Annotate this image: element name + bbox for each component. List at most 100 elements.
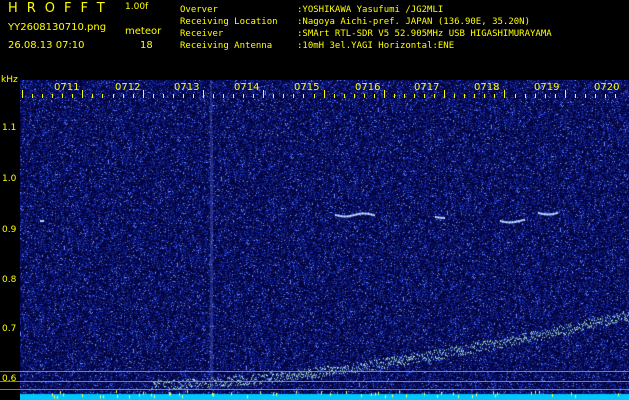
x-minor-tick	[373, 94, 375, 98]
file-name: YY2608130710.png	[8, 22, 107, 33]
meteor-label: meteor	[125, 26, 162, 37]
app-name: HROFFT	[8, 1, 114, 16]
x-minor-tick	[403, 94, 405, 98]
x-minor-tick	[554, 94, 556, 98]
x-tick-label: 0713	[174, 82, 200, 93]
x-minor-tick	[514, 94, 516, 98]
info-row-antenna: Receiving Antenna :10mH 3el.YAGI Horizont…	[180, 42, 454, 51]
x-minor-tick	[393, 94, 395, 98]
x-minor-tick	[534, 94, 536, 98]
x-minor-tick	[303, 94, 305, 98]
x-minor-tick	[52, 94, 54, 98]
x-minor-tick	[363, 94, 365, 98]
y-tick-label: 1.1	[2, 123, 17, 133]
x-minor-tick	[223, 94, 224, 98]
x-minor-tick	[454, 94, 456, 98]
x-minor-tick	[494, 94, 496, 98]
x-minor-tick	[564, 90, 566, 98]
y-tick-label: 0.8	[2, 275, 17, 285]
x-tick-label: 0712	[115, 82, 141, 93]
x-minor-tick	[464, 94, 466, 98]
x-minor-tick	[32, 94, 33, 98]
x-tick-label: 0715	[294, 82, 320, 93]
info-value: :10mH 3el.YAGI Horizontal:ENE	[297, 41, 455, 51]
x-minor-tick	[162, 94, 164, 98]
x-minor-tick	[474, 94, 476, 98]
y-tick-label: 0.9	[2, 225, 17, 235]
info-value: :Nagoya Aichi-pref. JAPAN (136.90E, 35.2…	[297, 17, 530, 27]
x-minor-tick	[192, 94, 194, 98]
x-minor-tick	[233, 94, 235, 98]
x-minor-tick	[414, 94, 415, 98]
y-tick-label: 0.6	[2, 374, 17, 384]
x-minor-tick	[293, 94, 295, 98]
x-minor-tick	[574, 94, 576, 98]
x-tick-label: 0718	[474, 82, 500, 93]
x-minor-tick	[102, 94, 104, 98]
x-minor-tick	[202, 90, 204, 98]
reference-line	[0, 381, 629, 382]
x-minor-tick	[353, 94, 355, 98]
info-value: :SMArt RTL-SDR V5 52.905MHz USB HIGASHIM…	[297, 29, 552, 39]
x-minor-tick	[283, 94, 285, 98]
y-axis-unit: kHz	[1, 75, 18, 85]
x-minor-tick	[92, 94, 94, 98]
x-tick-label: 0717	[414, 82, 440, 93]
info-row-location: Receiving Location :Nagoya Aichi-pref. JA…	[180, 18, 530, 27]
x-minor-tick	[615, 94, 616, 98]
x-minor-tick	[604, 94, 606, 98]
x-minor-tick	[142, 90, 144, 98]
x-minor-tick	[424, 94, 425, 98]
capture-datetime: 26.08.13 07:10	[8, 40, 85, 51]
x-minor-tick	[62, 94, 64, 98]
x-minor-tick	[172, 94, 174, 98]
y-tick-label: 1.0	[2, 174, 17, 184]
x-minor-tick	[112, 94, 114, 98]
x-minor-tick	[484, 94, 486, 98]
spectrogram-window: HROFFT 1.00f YY2608130710.png meteor 26.…	[0, 0, 629, 400]
x-minor-tick	[22, 90, 23, 98]
x-tick-label: 0714	[234, 82, 260, 93]
x-minor-tick	[383, 90, 385, 98]
x-tick-label: 0719	[534, 82, 560, 93]
x-minor-tick	[243, 94, 245, 98]
y-tick-label: 0.7	[2, 324, 17, 334]
x-minor-tick	[182, 94, 184, 98]
x-minor-tick	[333, 94, 335, 98]
x-minor-tick	[72, 94, 74, 98]
info-value: :YOSHIKAWA Yasufumi /JG2MLI	[297, 5, 444, 15]
info-key: Receiver	[180, 29, 224, 39]
spectrogram-canvas	[20, 80, 629, 400]
x-minor-tick	[323, 90, 325, 98]
info-key: Receiving Antenna	[180, 41, 273, 51]
info-key: Receiving Location	[180, 17, 278, 27]
x-minor-tick	[122, 94, 124, 98]
app-version: 1.00f	[125, 2, 149, 12]
x-minor-tick	[253, 94, 255, 98]
info-key: Overver	[180, 5, 218, 15]
x-minor-tick	[524, 94, 526, 98]
info-row-observer: Overver :YOSHIKAWA Yasufumi /JG2MLI	[180, 6, 443, 15]
x-minor-tick	[152, 94, 154, 98]
x-minor-tick	[434, 94, 436, 98]
x-minor-tick	[444, 90, 446, 98]
x-minor-tick	[343, 94, 345, 98]
x-minor-tick	[42, 94, 44, 98]
x-minor-tick	[82, 90, 84, 98]
x-minor-tick	[132, 94, 134, 98]
meteor-count: 18	[140, 40, 153, 51]
x-tick-label: 0720	[594, 82, 620, 93]
x-minor-tick	[273, 94, 275, 98]
x-minor-tick	[263, 90, 265, 98]
x-minor-tick	[544, 94, 546, 98]
reference-line	[0, 389, 629, 390]
x-tick-label: 0716	[355, 82, 381, 93]
x-minor-tick	[213, 94, 214, 98]
x-minor-tick	[584, 94, 586, 98]
x-tick-label: 0711	[54, 82, 80, 93]
x-minor-tick	[594, 94, 596, 98]
reference-line	[0, 371, 629, 372]
info-row-receiver: Receiver :SMArt RTL-SDR V5 52.905MHz USB …	[180, 30, 552, 39]
x-minor-tick	[313, 94, 315, 98]
x-minor-tick	[504, 90, 506, 98]
